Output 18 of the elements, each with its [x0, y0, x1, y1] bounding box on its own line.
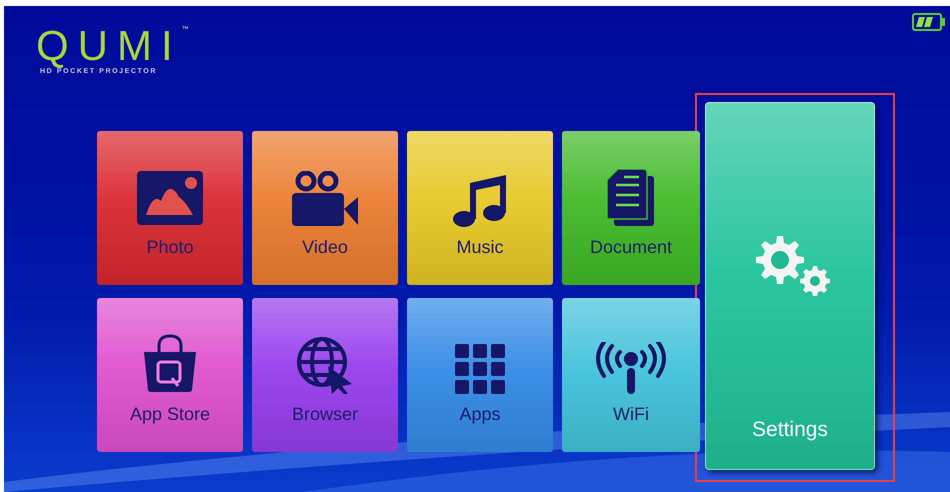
app-tile[interactable]: Apps — [407, 298, 553, 452]
logo-wordmark: QUMI — [36, 26, 182, 66]
app-tile[interactable]: WiFi — [562, 298, 700, 452]
globe-cursor-icon — [296, 336, 354, 394]
battery-icon — [912, 13, 946, 31]
app-tile[interactable]: Video — [252, 131, 398, 285]
video-camera-icon — [292, 171, 358, 227]
settings-tile[interactable]: Settings — [705, 102, 875, 470]
shopping-bag-icon — [142, 334, 198, 394]
app-tile[interactable]: Photo — [97, 131, 243, 285]
app-tile[interactable]: Document — [562, 131, 700, 285]
app-tile[interactable]: Browser — [252, 298, 398, 452]
antenna-icon — [594, 342, 668, 394]
grid-icon — [455, 344, 505, 394]
photo-icon — [137, 171, 203, 227]
app-tile[interactable]: Music — [407, 131, 553, 285]
document-icon — [607, 169, 655, 227]
app-tile[interactable]: App Store — [97, 298, 243, 452]
